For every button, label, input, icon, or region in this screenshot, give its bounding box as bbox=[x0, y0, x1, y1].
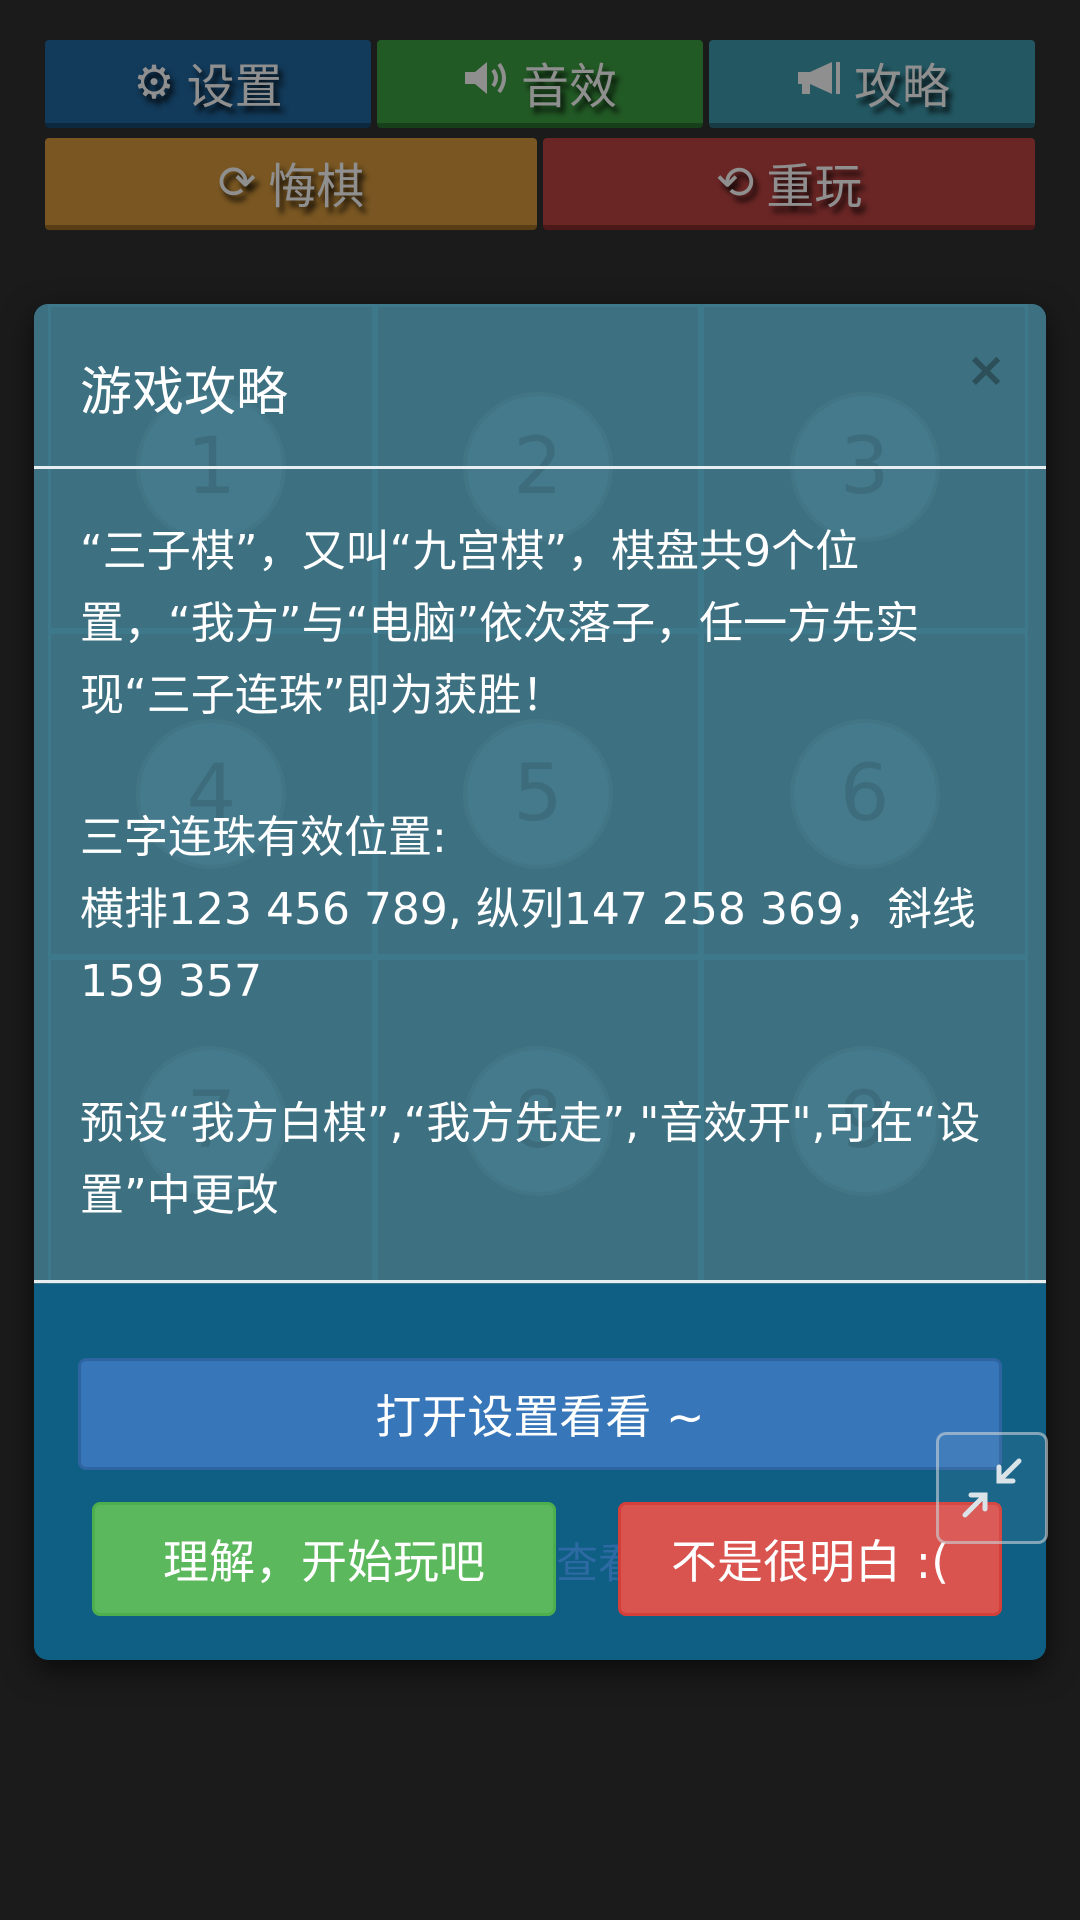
top-toolbar: ⚙ 设置 音效 攻略 ⟳ 悔棋 ⟲ 重玩 bbox=[45, 40, 1035, 240]
win-positions-heading: 三字连珠有效位置: bbox=[80, 812, 447, 863]
defaults-paragraph: 预设“我方白棋”,“我方先走”,"音效开",可在“设置”中更改 bbox=[80, 1098, 981, 1221]
sound-button[interactable]: 音效 bbox=[377, 40, 703, 128]
settings-label: 设置 bbox=[186, 58, 283, 115]
modal-title: 游戏攻略 bbox=[80, 363, 289, 423]
modal-content: “三子棋”，又叫“九宫棋”，棋盘共9个位置，“我方”与“电脑”依次落子，任一方先… bbox=[80, 516, 1010, 1302]
undo-label: 悔棋 bbox=[268, 158, 365, 215]
gear-icon: ⚙ bbox=[133, 54, 175, 109]
sound-label: 音效 bbox=[520, 58, 617, 115]
open-settings-button[interactable]: 打开设置看看 ~ bbox=[78, 1358, 1002, 1470]
settings-button[interactable]: ⚙ 设置 bbox=[45, 40, 371, 128]
rotate-icon: ⟳ bbox=[217, 154, 257, 209]
toolbar-row-1: ⚙ 设置 音效 攻略 bbox=[45, 40, 1035, 128]
replay-button[interactable]: ⟲ 重玩 bbox=[543, 138, 1035, 230]
guide-label: 攻略 bbox=[853, 58, 950, 115]
refresh-icon: ⟲ bbox=[715, 154, 755, 209]
modal-divider-bottom bbox=[34, 1280, 1046, 1283]
undo-button[interactable]: ⟳ 悔棋 bbox=[45, 138, 537, 230]
win-positions: 三字连珠有效位置: 横排123 456 789, 纵列147 258 369，斜… bbox=[80, 802, 1010, 1018]
minimize-icon[interactable] bbox=[936, 1432, 1048, 1544]
toolbar-row-2: ⟳ 悔棋 ⟲ 重玩 bbox=[45, 138, 1035, 230]
close-icon[interactable]: × bbox=[966, 342, 1006, 398]
understand-button[interactable]: 理解，开始玩吧 bbox=[92, 1502, 556, 1616]
modal-divider-top bbox=[34, 466, 1046, 469]
win-positions-detail: 横排123 456 789, 纵列147 258 369，斜线159 357 bbox=[80, 884, 976, 1007]
rules-paragraph: “三子棋”，又叫“九宫棋”，棋盘共9个位置，“我方”与“电脑”依次落子，任一方先… bbox=[80, 526, 920, 721]
megaphone-icon bbox=[794, 55, 842, 109]
volume-icon bbox=[463, 55, 509, 109]
replay-label: 重玩 bbox=[766, 158, 863, 215]
guide-button[interactable]: 攻略 bbox=[709, 40, 1035, 128]
